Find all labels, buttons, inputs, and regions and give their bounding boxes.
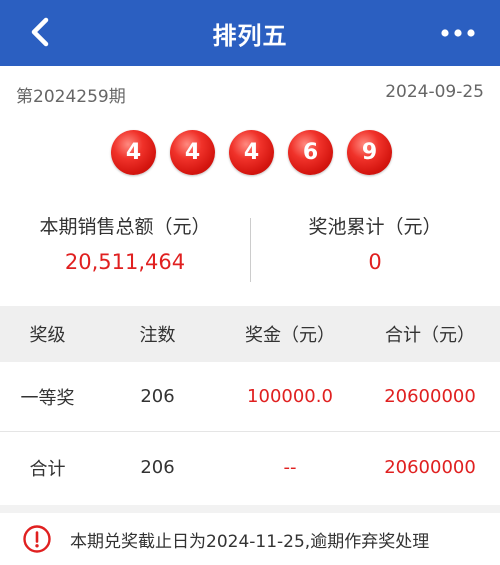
table-row: 一等奖 206 100000.0 20600000 (0, 362, 500, 432)
notice-text: 本期兑奖截止日为2024-11-25,逾期作弃奖处理 (70, 531, 430, 552)
prize-amount: 100000.0 (247, 386, 333, 407)
winner-count: 206 (140, 457, 175, 478)
draw-info-row: 第2024259期 2024-09-25 (0, 78, 500, 110)
number-ball: 4 (111, 130, 156, 175)
pool-label: 奖池累计（元） (308, 216, 442, 238)
prize-level: 合计 (29, 458, 66, 480)
section-divider (0, 505, 500, 513)
prize-level: 一等奖 (20, 387, 75, 409)
header-total: 合计（元） (385, 325, 475, 346)
header-prize: 奖金（元） (245, 325, 335, 346)
number-ball: 6 (288, 130, 333, 175)
chevron-left-icon (31, 17, 49, 47)
number-ball: 4 (170, 130, 215, 175)
winning-numbers: 4 4 4 6 9 (0, 130, 500, 176)
draw-date: 2024-09-25 (385, 82, 484, 102)
prize-total: 20600000 (384, 386, 476, 407)
prize-table: 奖级 注数 奖金（元） 合计（元） 一等奖 206 100000.0 20600… (0, 306, 500, 503)
sales-total: 本期销售总额（元） 20,511,464 (0, 212, 250, 278)
prize-amount: -- (283, 457, 297, 478)
number-ball: 4 (229, 130, 274, 175)
winner-count: 206 (140, 386, 175, 407)
prize-total: 20600000 (384, 457, 476, 478)
more-button[interactable] (438, 18, 478, 48)
deadline-notice: 本期兑奖截止日为2024-11-25,逾期作弃奖处理 (0, 513, 500, 565)
sales-value: 20,511,464 (64, 250, 186, 274)
table-row: 合计 206 -- 20600000 (0, 432, 500, 503)
prize-pool: 奖池累计（元） 0 (250, 212, 500, 278)
alert-circle-icon (23, 525, 51, 553)
number-ball: 9 (347, 130, 392, 175)
pool-value: 0 (368, 250, 382, 274)
app-header: 排列五 (0, 0, 500, 66)
draw-period: 第2024259期 (16, 87, 126, 107)
sales-label: 本期销售总额（元） (39, 216, 211, 238)
table-header: 奖级 注数 奖金（元） 合计（元） (0, 306, 500, 362)
more-horizontal-icon (441, 29, 475, 37)
back-button[interactable] (22, 14, 58, 50)
page-title: 排列五 (212, 21, 288, 50)
header-count: 注数 (139, 325, 176, 346)
header-level: 奖级 (29, 325, 66, 346)
sales-stats: 本期销售总额（元） 20,511,464 奖池累计（元） 0 (0, 212, 500, 282)
